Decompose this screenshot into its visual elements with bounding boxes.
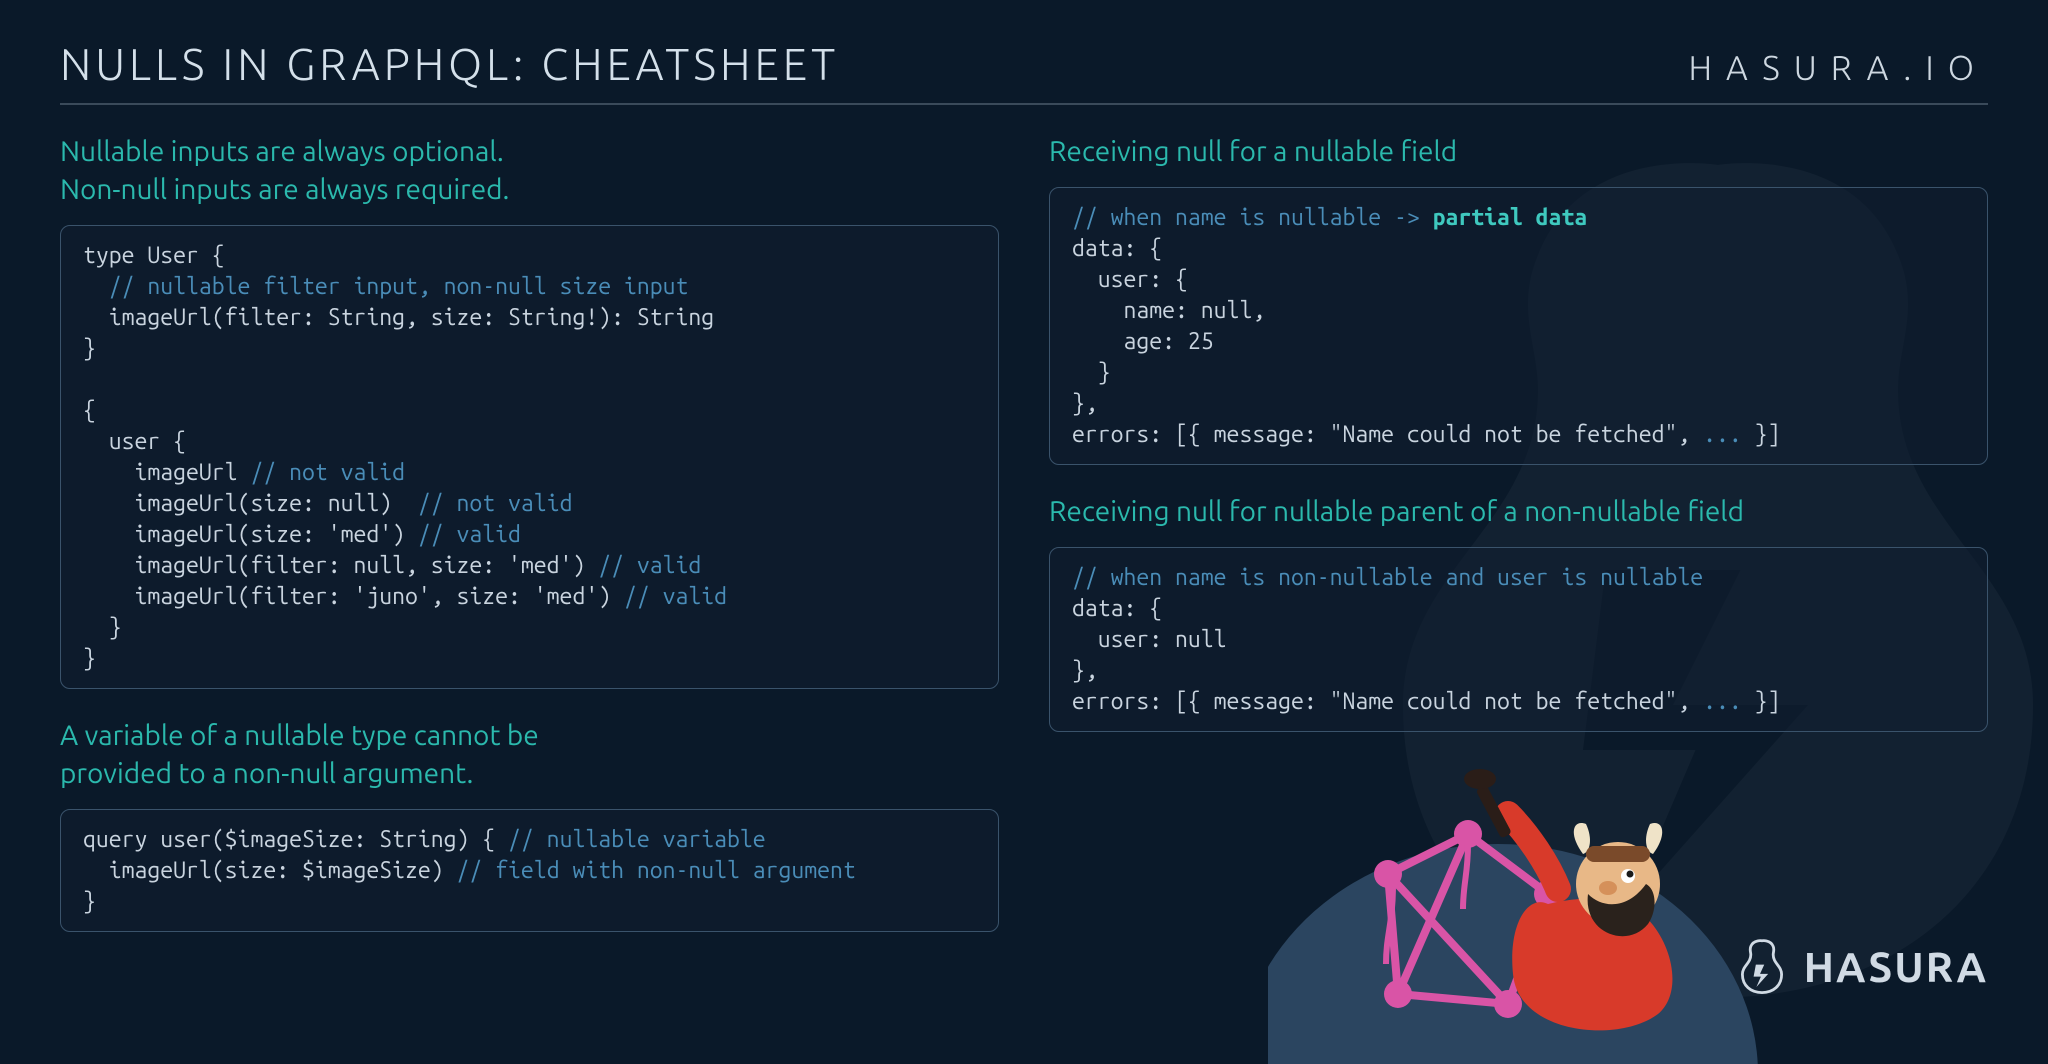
code-line: data: { — [1072, 236, 1162, 261]
section-heading-nullable-inputs: Nullable inputs are always optional. Non… — [60, 133, 999, 209]
code-line: imageUrl(filter: null, size: 'med') — [83, 553, 598, 578]
code-comment: // when name is nullable -> — [1072, 205, 1433, 230]
code-line: } — [83, 615, 122, 640]
left-column: Nullable inputs are always optional. Non… — [60, 133, 999, 960]
code-ellipsis: ... — [1703, 422, 1742, 447]
code-block-type-user: type User { // nullable filter input, no… — [60, 225, 999, 690]
code-line: } — [83, 646, 96, 671]
section-heading-receiving-null-parent: Receiving null for nullable parent of a … — [1049, 493, 1988, 531]
code-line: user: { — [1072, 267, 1188, 292]
code-line: name: null, — [1072, 298, 1265, 323]
code-comment: // when name is non-nullable and user is… — [1072, 565, 1703, 590]
code-line: } — [83, 889, 96, 914]
right-column: Receiving null for a nullable field // w… — [1049, 133, 1988, 960]
code-line: imageUrl — [83, 460, 250, 485]
code-line: query user($imageSize: String) { — [83, 827, 508, 852]
section-heading-variable-nullable: A variable of a nullable type cannot be … — [60, 717, 999, 793]
code-line: age: 25 — [1072, 329, 1214, 354]
code-line: imageUrl(filter: String, size: String!):… — [83, 305, 714, 330]
code-line: } — [83, 336, 96, 361]
hasura-logo-icon — [1734, 938, 1790, 994]
code-line: imageUrl(size: $imageSize) — [83, 858, 457, 883]
code-comment: // field with non-null argument — [457, 858, 856, 883]
code-comment: // valid — [624, 584, 727, 609]
code-line: data: { — [1072, 596, 1162, 621]
code-line: user { — [83, 429, 186, 454]
code-ellipsis: ... — [1703, 689, 1742, 714]
header: NULLS IN GRAPHQL: CHEATSHEET HASURA.IO — [60, 40, 1988, 105]
code-line: type User { — [83, 243, 225, 268]
footer-logo: HASURA — [1734, 938, 1988, 994]
code-line: }, — [1072, 391, 1098, 416]
code-line: { — [83, 398, 96, 423]
code-comment: // nullable filter input, non-null size … — [83, 274, 688, 299]
brand-url: HASURA.IO — [1688, 49, 1988, 87]
code-line: imageUrl(size: null) — [83, 491, 418, 516]
code-line: }] — [1742, 422, 1781, 447]
code-line: errors: [{ message: "Name could not be f… — [1072, 422, 1703, 447]
code-emphasis: partial data — [1433, 205, 1588, 230]
code-comment: // not valid — [250, 460, 405, 485]
code-line: errors: [{ message: "Name could not be f… — [1072, 689, 1703, 714]
section-heading-receiving-null-field: Receiving null for a nullable field — [1049, 133, 1988, 171]
page-title: NULLS IN GRAPHQL: CHEATSHEET — [60, 40, 839, 89]
footer-logo-text: HASURA — [1804, 943, 1988, 990]
code-line: } — [1072, 360, 1111, 385]
code-line: imageUrl(filter: 'juno', size: 'med') — [83, 584, 624, 609]
code-line: }] — [1742, 689, 1781, 714]
code-block-null-parent: // when name is non-nullable and user is… — [1049, 547, 1988, 732]
code-line: }, — [1072, 658, 1098, 683]
code-block-query-user: query user($imageSize: String) { // null… — [60, 809, 999, 932]
code-comment: // not valid — [418, 491, 573, 516]
code-line: imageUrl(size: 'med') — [83, 522, 418, 547]
code-comment: // nullable variable — [508, 827, 766, 852]
code-block-partial-data: // when name is nullable -> partial data… — [1049, 187, 1988, 465]
code-comment: // valid — [418, 522, 521, 547]
code-line: user: null — [1072, 627, 1227, 652]
code-comment: // valid — [598, 553, 701, 578]
